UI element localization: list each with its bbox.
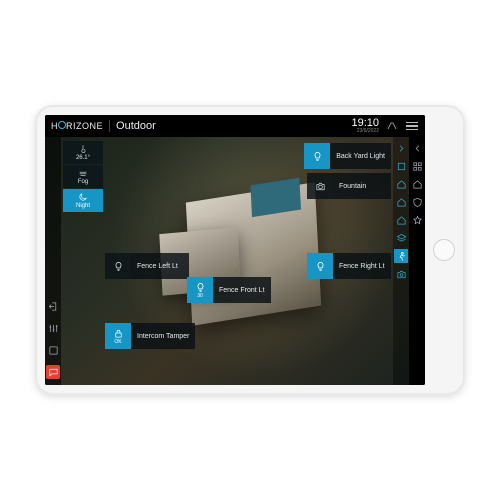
house-render <box>186 182 322 325</box>
home-outline-icon[interactable] <box>394 177 408 191</box>
tile-sub: OK <box>114 339 121 345</box>
info-temp-value: 26.1° <box>76 155 90 161</box>
bulb-icon <box>304 143 330 169</box>
top-bar: H RIZONE Outdoor 19:10 23/6/2022 <box>45 115 425 137</box>
app-screen: H RIZONE Outdoor 19:10 23/6/2022 <box>45 115 425 385</box>
floorplan-canvas[interactable]: 26.1° Fog Night Back Yard Light Fountain <box>45 137 425 385</box>
tile-fence-left[interactable]: Fence Left Lt <box>105 253 189 279</box>
tile-fence-front[interactable]: 30 Fence Front Lt <box>187 277 271 303</box>
thermometer-icon <box>78 144 88 154</box>
bulb-icon <box>105 253 131 279</box>
brand-logo: H RIZONE <box>51 121 103 131</box>
category-rail <box>393 137 409 385</box>
tile-label: Fence Left Lt <box>131 253 189 279</box>
clock: 19:10 23/6/2022 <box>351 118 379 134</box>
person-run-icon[interactable] <box>394 249 408 263</box>
brand-ring-icon <box>58 121 66 129</box>
brand-post: RIZONE <box>66 121 103 131</box>
clock-date: 23/6/2022 <box>351 129 379 134</box>
info-weather: Fog <box>63 165 103 189</box>
bulb-icon <box>307 253 333 279</box>
settings-icon[interactable] <box>385 119 399 133</box>
nav-rail <box>409 137 425 385</box>
tile-label: Back Yard Light <box>330 143 391 169</box>
tile-label: Intercom Tamper <box>131 323 195 349</box>
grid-icon[interactable] <box>410 159 424 173</box>
info-scene[interactable]: Night <box>63 189 103 212</box>
layers-icon[interactable] <box>394 231 408 245</box>
chat-alert-icon[interactable] <box>46 365 60 379</box>
square-icon[interactable] <box>394 159 408 173</box>
tile-intercom[interactable]: OK Intercom Tamper <box>105 323 195 349</box>
lock-icon: OK <box>105 323 131 349</box>
tile-label: Fountain <box>333 173 391 199</box>
home-icon[interactable] <box>410 177 424 191</box>
home-outline-icon[interactable] <box>394 213 408 227</box>
star-icon[interactable] <box>410 213 424 227</box>
back-icon[interactable] <box>410 141 424 155</box>
menu-icon[interactable] <box>405 119 419 133</box>
left-rail <box>45 137 61 385</box>
tile-backyard[interactable]: Back Yard Light <box>304 143 391 169</box>
tile-label: Fence Right Lt <box>333 253 391 279</box>
info-scene-label: Night <box>76 203 90 209</box>
info-card: 26.1° Fog Night <box>63 141 103 212</box>
keypad-icon[interactable] <box>46 343 60 357</box>
arrow-right-icon[interactable] <box>394 141 408 155</box>
moon-icon <box>78 192 88 202</box>
tile-label: Fence Front Lt <box>213 277 271 303</box>
info-weather-label: Fog <box>78 179 88 185</box>
page-title: Outdoor <box>109 120 156 132</box>
tablet-frame: H RIZONE Outdoor 19:10 23/6/2022 <box>35 105 465 395</box>
tile-fountain[interactable]: Fountain <box>307 173 391 199</box>
bulb-icon: 30 <box>187 277 213 303</box>
home-outline-icon[interactable] <box>394 195 408 209</box>
tablet-home-button[interactable] <box>433 239 455 261</box>
sliders-icon[interactable] <box>46 321 60 335</box>
exit-icon[interactable] <box>46 299 60 313</box>
brand-pre: H <box>51 121 58 131</box>
camera-outline-icon[interactable] <box>394 267 408 281</box>
tile-sub: 30 <box>197 293 203 299</box>
info-temp: 26.1° <box>63 141 103 165</box>
shield-home-icon[interactable] <box>410 195 424 209</box>
fog-icon <box>78 168 88 178</box>
camera-icon <box>307 173 333 199</box>
tile-fence-right[interactable]: Fence Right Lt <box>307 253 391 279</box>
